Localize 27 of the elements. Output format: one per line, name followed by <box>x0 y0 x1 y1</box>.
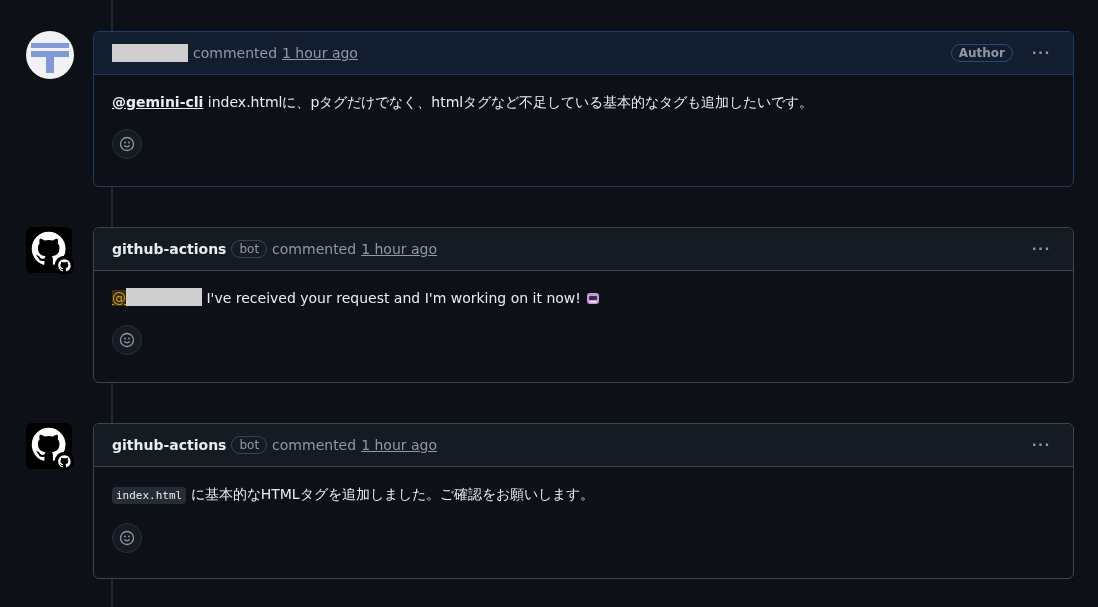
comment-text: index.html に基本的なHTMLタグを追加しました。ご確認をお願いします。 <box>112 483 1055 507</box>
add-reaction-button[interactable] <box>112 523 142 553</box>
author-link[interactable]: github-actions <box>112 437 227 453</box>
mention-link[interactable]: @ <box>112 290 202 306</box>
add-reaction-button[interactable] <box>112 129 142 159</box>
more-options-button[interactable]: ··· <box>1028 240 1055 258</box>
avatar-icon[interactable] <box>26 31 74 79</box>
smiley-icon <box>119 136 135 152</box>
comment-action: commented <box>272 241 357 257</box>
timestamp-link[interactable]: 1 hour ago <box>282 45 358 61</box>
smiley-icon <box>119 530 135 546</box>
smiley-icon <box>119 332 135 348</box>
author-link[interactable]: github-actions <box>112 241 227 257</box>
add-reaction-button[interactable] <box>112 325 142 355</box>
timestamp-link[interactable]: 1 hour ago <box>361 437 438 453</box>
octocat-avatar-icon[interactable] <box>26 423 74 471</box>
timestamp-link[interactable]: 1 hour ago <box>361 241 438 257</box>
comment-action: commented <box>193 45 277 61</box>
mention-link[interactable]: @gemini-cli <box>112 94 204 110</box>
octocat-avatar-icon[interactable] <box>26 227 74 275</box>
robot-icon <box>585 290 602 306</box>
comment-text: @gemini-cli index.htmlに、pタグだけでなく、htmlタグなど不足している基本的なタグも追加したいです。 <box>112 93 815 112</box>
comment-text: @ I've received your request and I'm working on it now! <box>112 287 1055 309</box>
comment-action: commented <box>272 437 357 453</box>
more-options-button[interactable]: ··· <box>1028 436 1055 454</box>
code-snippet: index.html <box>112 487 187 504</box>
more-options-button[interactable]: ··· <box>1028 44 1055 62</box>
